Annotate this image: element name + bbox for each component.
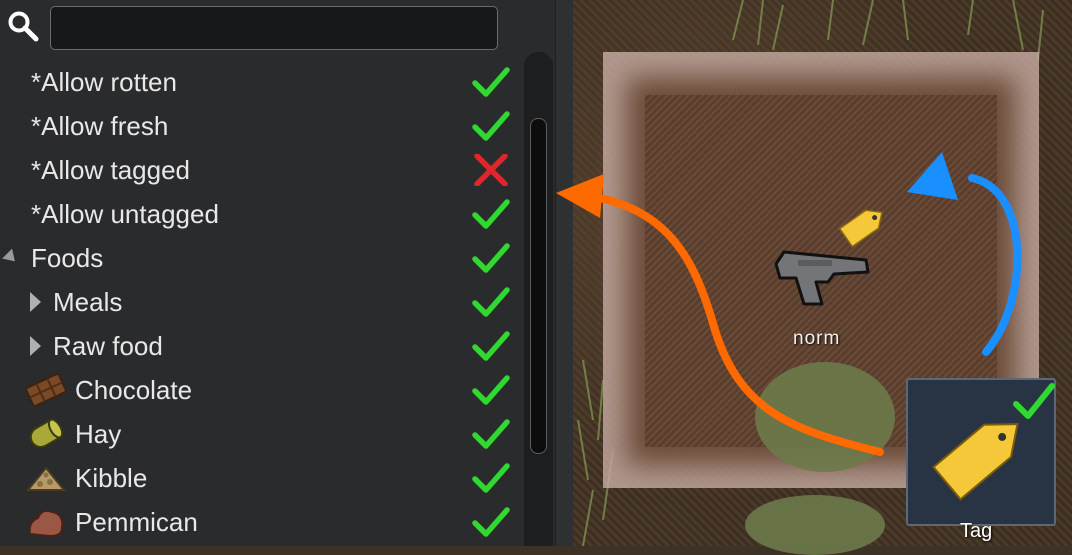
blue-arrowhead — [907, 152, 958, 200]
check-icon — [1013, 383, 1055, 419]
orange-arrowhead — [556, 174, 604, 218]
blue-arrow — [968, 174, 1022, 356]
orange-arrow — [586, 192, 884, 456]
tag-button-label: Tag — [960, 520, 993, 542]
tag-button[interactable] — [906, 378, 1056, 526]
